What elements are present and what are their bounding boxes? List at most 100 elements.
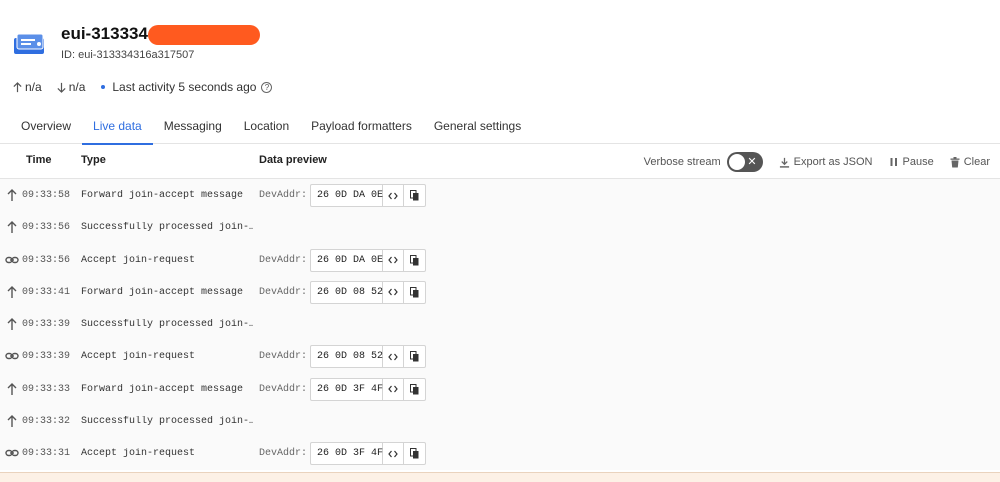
devaddr-field: 26 0D 08 52 (310, 345, 426, 369)
copy-button[interactable] (404, 346, 425, 367)
copy-button[interactable] (404, 250, 425, 271)
tab-live-data[interactable]: Live data (82, 112, 153, 145)
devaddr-label: DevAddr: (259, 254, 308, 266)
toggle-format-button[interactable] (383, 346, 404, 368)
arrow-down-icon (57, 82, 66, 93)
code-icon (388, 353, 398, 361)
code-icon (388, 450, 398, 458)
table-row[interactable]: 09:33:39 Accept join-request DevAddr: 26 0… (0, 340, 1000, 372)
row-type: Accept join-request (81, 351, 196, 363)
devaddr-label: DevAddr: (259, 190, 308, 201)
downlink-stat: n/a (56, 80, 86, 94)
tab-general-settings[interactable]: General settings (423, 112, 532, 144)
link-icon (5, 450, 19, 457)
devaddr-field: 26 0D 3F 4F (310, 442, 426, 466)
row-type: Accept join-request (81, 448, 196, 460)
help-icon[interactable]: ? (261, 81, 273, 93)
row-time: 09:33:39 (22, 319, 71, 331)
tab-location[interactable]: Location (233, 112, 300, 144)
tab-bar: Overview Live data Messaging Location Pa… (0, 112, 1000, 145)
table-row[interactable]: 09:33:39 Successfully processed join-… (0, 308, 1000, 340)
toggle-format-button[interactable] (383, 249, 404, 271)
clear-button[interactable]: Clear (950, 156, 990, 168)
redaction-mark (148, 25, 260, 45)
arrow-up-icon (7, 382, 17, 395)
column-header-data-preview: Data preview (259, 154, 327, 166)
devaddr-label: DevAddr: (259, 383, 308, 395)
arrow-up-icon (7, 221, 17, 234)
row-type: Forward join-accept message (81, 286, 244, 298)
pause-icon (890, 158, 897, 166)
column-header-time: Time (26, 154, 52, 166)
devaddr-label: DevAddr: (259, 448, 308, 460)
close-icon: ✕ (747, 155, 757, 168)
toggle-format-button[interactable] (383, 281, 404, 303)
tab-overview[interactable]: Overview (10, 112, 82, 144)
live-data-table-header: Time Type Data preview Verbose stream ✕ … (0, 145, 1000, 179)
copy-button[interactable] (404, 379, 425, 400)
link-icon (5, 353, 19, 360)
devaddr-field: 26 0D DA 0E (310, 184, 426, 207)
trash-icon (950, 156, 960, 167)
devaddr-label: DevAddr: (259, 351, 308, 363)
code-icon (388, 385, 398, 393)
row-time: 09:33:33 (22, 383, 71, 395)
activity-dot (101, 85, 106, 89)
devaddr-value: 26 0D DA 0E (311, 185, 383, 206)
table-row[interactable]: 09:33:32 Successfully processed join-… (0, 405, 1000, 437)
last-activity: Last activity 5 seconds ago (112, 80, 257, 94)
tab-payload-formatters[interactable]: Payload formatters (300, 112, 423, 144)
copy-icon (410, 448, 419, 459)
row-time: 09:33:56 (22, 222, 71, 234)
arrow-up-icon (13, 81, 22, 92)
copy-icon (410, 254, 419, 266)
code-icon (388, 192, 398, 199)
pause-button[interactable]: Pause (889, 156, 934, 168)
copy-button[interactable] (404, 185, 425, 206)
arrow-up-icon (7, 285, 17, 298)
row-time: 09:33:31 (22, 448, 71, 460)
verbose-stream-toggle[interactable]: ✕ (726, 152, 763, 172)
copy-icon (410, 351, 419, 362)
table-row[interactable]: 09:33:41 Forward join-accept message DevAd… (0, 276, 1000, 308)
arrow-up-icon (7, 189, 17, 201)
row-time: 09:33:41 (22, 286, 71, 298)
export-json-label: Export as JSON (793, 156, 873, 168)
device-stats: n/a n/a Last activity 5 seconds ago ? (12, 80, 273, 94)
devaddr-label: DevAddr: (259, 286, 308, 298)
row-time: 09:33:58 (22, 190, 71, 201)
uplink-stat: n/a (12, 80, 42, 94)
code-icon (388, 256, 398, 264)
row-type: Forward join-accept message (81, 383, 244, 395)
verbose-stream-control: Verbose stream ✕ (644, 152, 763, 172)
row-type: Successfully processed join-… (81, 222, 253, 234)
table-row[interactable]: 09:33:31 Accept join-request DevAddr: 26 0… (0, 437, 1000, 469)
table-row[interactable]: 09:33:56 Successfully processed join-… (0, 211, 1000, 243)
device-id: ID: eui-313334316a317507 (61, 49, 195, 61)
devaddr-value: 26 0D 08 52 (311, 281, 383, 303)
arrow-up-icon (7, 318, 17, 331)
toggle-format-button[interactable] (383, 378, 404, 400)
pause-label: Pause (902, 156, 934, 168)
column-header-type: Type (81, 154, 106, 166)
devaddr-field: 26 0D DA 0E (310, 248, 426, 272)
export-json-button[interactable]: Export as JSON (779, 156, 873, 168)
tab-messaging[interactable]: Messaging (153, 112, 233, 144)
row-time: 09:33:32 (22, 416, 71, 428)
devaddr-value: 26 0D DA 0E (311, 249, 383, 271)
table-row[interactable]: 09:33:58 Forward join-accept message DevAd… (0, 179, 1000, 211)
downlink-value: n/a (68, 80, 86, 94)
toggle-format-button[interactable] (383, 185, 404, 206)
toggle-format-button[interactable] (383, 443, 404, 465)
table-row[interactable]: 09:33:33 Forward join-accept message DevAd… (0, 373, 1000, 405)
bottom-bar (0, 472, 1000, 482)
devaddr-value: 26 0D 08 52 (311, 346, 383, 368)
row-type: Successfully processed join-… (81, 416, 253, 428)
download-icon (779, 157, 789, 168)
row-time: 09:33:56 (22, 254, 71, 266)
code-icon (388, 289, 398, 296)
table-row[interactable]: 09:33:56 Accept join-request DevAddr: 26 0… (0, 244, 1000, 276)
copy-button[interactable] (404, 282, 425, 303)
copy-button[interactable] (404, 443, 425, 464)
clear-label: Clear (963, 156, 990, 168)
